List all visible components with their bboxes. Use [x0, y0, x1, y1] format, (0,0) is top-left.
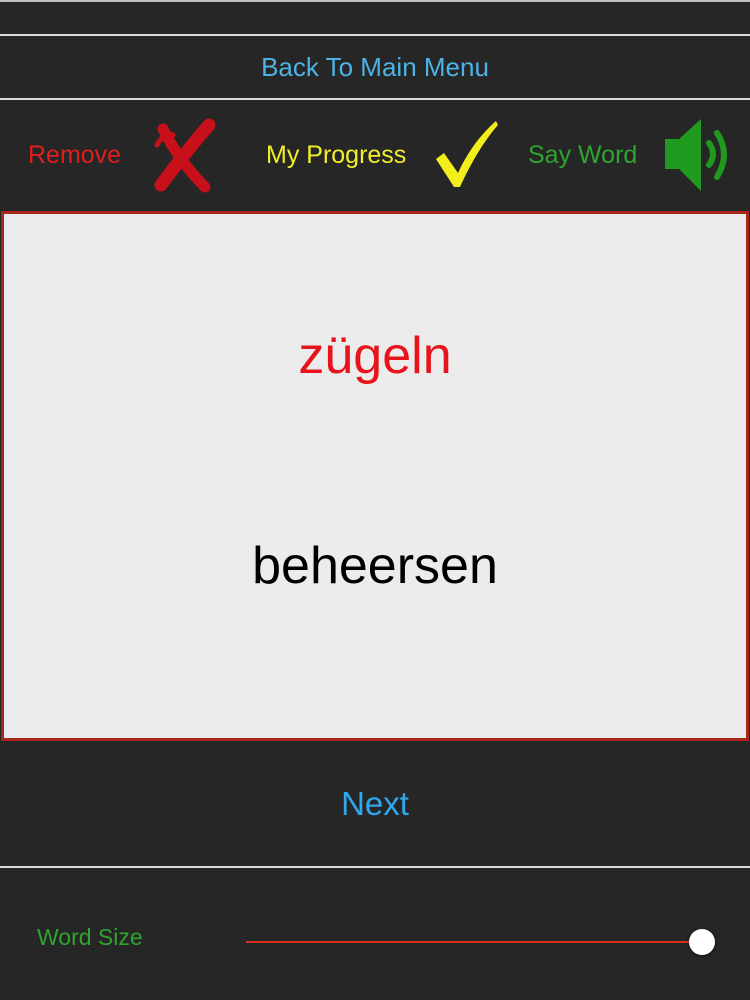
- word-size-label: Word Size: [37, 924, 143, 950]
- say-word-button[interactable]: Say Word: [528, 100, 735, 210]
- translation-word: beheersen: [252, 537, 498, 595]
- word-size-panel: Word Size: [0, 868, 750, 1000]
- slider-thumb[interactable]: [689, 929, 715, 955]
- slider-track-fill: [246, 941, 702, 943]
- my-progress-label: My Progress: [266, 140, 407, 169]
- remove-label: Remove: [28, 140, 122, 169]
- toolbar: Remove My Progress Say Word: [0, 100, 750, 210]
- remove-button[interactable]: Remove: [28, 100, 221, 210]
- checkmark-icon: [436, 121, 499, 187]
- speaker-icon: [665, 119, 728, 191]
- flashcard-screen: Back To Main Menu Remove My Progress Say…: [0, 0, 750, 1000]
- status-strip: [0, 0, 750, 34]
- next-area: Next: [0, 741, 750, 866]
- word-size-slider[interactable]: [246, 924, 716, 960]
- flashcard[interactable]: zügeln beheersen: [1, 211, 749, 741]
- say-word-label: Say Word: [528, 140, 638, 169]
- next-button[interactable]: Next: [341, 785, 409, 823]
- foreign-word: zügeln: [298, 327, 452, 385]
- back-to-main-menu-button[interactable]: Back To Main Menu: [261, 52, 489, 83]
- cross-icon: [154, 118, 216, 193]
- my-progress-button[interactable]: My Progress: [266, 100, 502, 210]
- nav-bar: Back To Main Menu: [0, 36, 750, 98]
